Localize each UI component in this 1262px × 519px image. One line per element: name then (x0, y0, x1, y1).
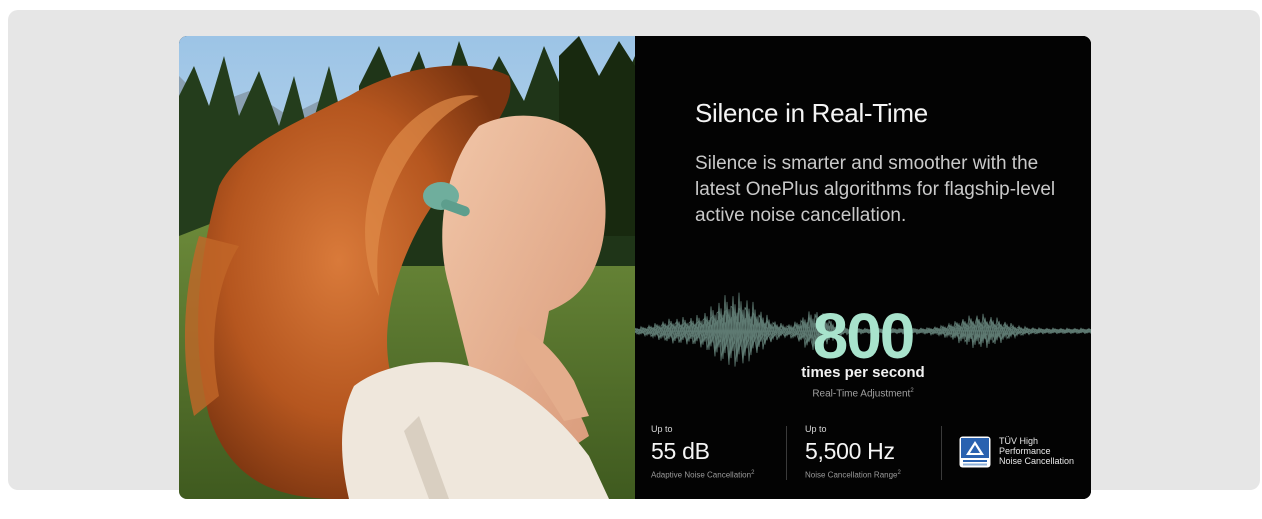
stat-noise-cancellation-depth: Up to 55 dB Adaptive Noise Cancellation2 (651, 424, 754, 480)
headline-stat-sublabel: Real-Time Adjustment2 (812, 388, 914, 400)
stat-prefix: Up to (651, 424, 673, 434)
stat-label: Noise Cancellation Range2 (805, 470, 901, 480)
info-panel: Silence in Real-Time Silence is smarter … (635, 36, 1091, 499)
feature-title: Silence in Real-Time (695, 98, 928, 128)
stat-prefix: Up to (805, 424, 827, 434)
stat-value: 5,500 Hz (805, 438, 895, 464)
hero-photo (179, 36, 635, 499)
certification-label: TÜV High Performance Noise Cancellation (999, 436, 1075, 466)
feature-description: Silence is smarter and smoother with the… (695, 153, 1056, 226)
stat-noise-cancellation-range: Up to 5,500 Hz Noise Cancellation Range2 (805, 424, 901, 480)
tuv-rheinland-badge-icon (959, 436, 991, 468)
stat-label: Adaptive Noise Cancellation2 (651, 470, 755, 480)
divider (941, 426, 942, 480)
stat-value: 55 dB (651, 438, 710, 464)
divider (786, 426, 787, 480)
feature-card: Silence in Real-Time Silence is smarter … (179, 36, 1091, 499)
headline-stat-value: 800 (812, 300, 916, 372)
headline-stat-caption: times per second (801, 364, 925, 381)
